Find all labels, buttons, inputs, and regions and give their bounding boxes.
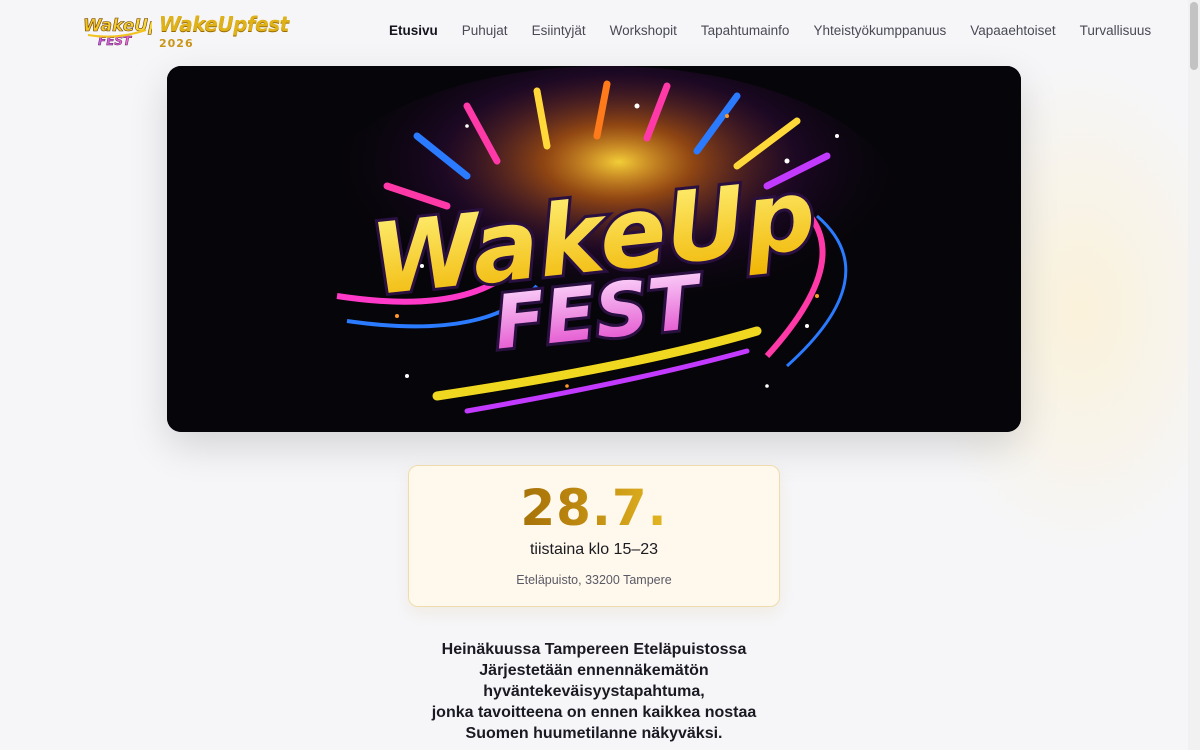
nav-item-vapaaehtoiset[interactable]: Vapaaehtoiset (958, 21, 1067, 41)
site-header: WakeUp FEST WakeUpfest 2026 Etusivu Puhu… (0, 0, 1188, 62)
nav-item-puhujat[interactable]: Puhujat (450, 21, 520, 41)
nav-item-yhteistyokumppanuus[interactable]: Yhteistyökumppanuus (801, 21, 958, 41)
intro-line: Heinäkuussa Tampereen Eteläpuistossa (441, 641, 747, 658)
event-time: tiistaina klo 15–23 (529, 541, 659, 558)
nav-item-tapahtumainfo[interactable]: Tapahtumainfo (689, 21, 802, 41)
intro-line: jonka tavoitteena on ennen kaikkea nosta… (431, 704, 757, 721)
site-title[interactable]: WakeUpfest (159, 12, 289, 36)
hero-logo-image: WakeUp FEST (167, 66, 1021, 432)
main-nav: Etusivu Puhujat Esiintyjät Workshopit Ta… (377, 21, 1163, 41)
hero-banner: WakeUp FEST (167, 66, 1021, 432)
intro-text: Heinäkuussa Tampereen Eteläpuistossa Jär… (394, 639, 794, 744)
nav-item-etusivu[interactable]: Etusivu (377, 21, 450, 41)
event-date: 28.7. (409, 478, 779, 538)
intro-line: Järjestetään ennennäkemätön (479, 662, 709, 679)
logo-badge-top: WakeUp (83, 16, 152, 36)
event-date-card: 28.7. tiistaina klo 15–23 Eteläpuisto, 3… (408, 465, 780, 607)
site-year: 2026 (159, 37, 194, 50)
intro-line: hyväntekeväisyystapahtuma, (483, 683, 705, 700)
nav-item-workshopit[interactable]: Workshopit (598, 21, 689, 41)
logo-badge-image: WakeUp FEST (83, 16, 161, 49)
intro-line: Suomen huumetilanne näkyväksi. (465, 725, 723, 742)
event-location: Eteläpuisto, 33200 Tampere (516, 573, 672, 587)
nav-item-turvallisuus[interactable]: Turvallisuus (1068, 21, 1164, 41)
logo-badge[interactable]: WakeUp FEST (80, 14, 161, 50)
nav-item-esiintyjat[interactable]: Esiintyjät (520, 21, 598, 41)
page-scrollbar[interactable] (1188, 0, 1200, 750)
page: WakeUp FEST WakeUpfest 2026 Etusivu Puhu… (0, 0, 1188, 750)
scrollbar-thumb[interactable] (1190, 2, 1198, 70)
